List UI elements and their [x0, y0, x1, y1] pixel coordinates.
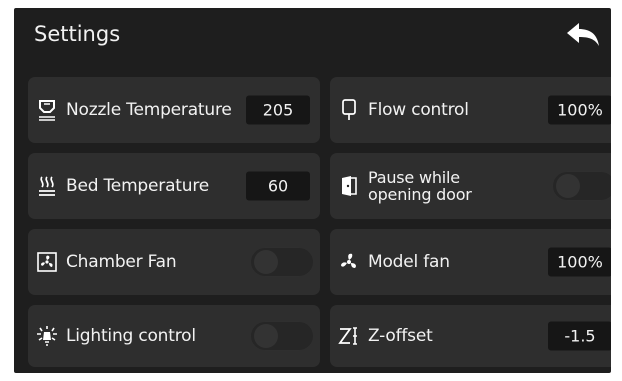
toggle-knob [556, 174, 580, 198]
toggle-knob [254, 250, 278, 274]
pause-door-toggle[interactable] [552, 171, 611, 201]
fan-icon [36, 251, 58, 273]
model-fan-value[interactable]: 100% [548, 247, 611, 277]
nozzle-temperature-value[interactable]: 205 [246, 95, 310, 125]
lighting-control-row: Lighting control [28, 305, 320, 367]
page-title: Settings [34, 22, 121, 46]
z-offset-value[interactable]: -1.5 [548, 321, 611, 351]
door-icon [338, 175, 360, 197]
nozzle-icon [36, 99, 58, 121]
chamber-fan-row: Chamber Fan [28, 229, 320, 295]
lighting-control-toggle[interactable] [250, 321, 314, 351]
model-fan-label: Model fan [368, 252, 450, 272]
toggle-knob [254, 324, 278, 348]
settings-screen: Settings Nozzle Temperature 205 Bed Temp… [14, 8, 611, 373]
model-fan-icon [338, 251, 360, 273]
flow-control-value[interactable]: 100% [548, 95, 611, 125]
flow-icon [338, 99, 360, 121]
chamber-fan-toggle[interactable] [250, 247, 314, 277]
pause-door-label: Pause while opening door [368, 168, 472, 204]
bed-temperature-value[interactable]: 60 [246, 171, 310, 201]
chamber-fan-label: Chamber Fan [66, 252, 177, 272]
flow-control-row: Flow control 100% [330, 77, 611, 143]
bed-temperature-label: Bed Temperature [66, 176, 210, 196]
model-fan-row: Model fan 100% [330, 229, 611, 295]
lighting-control-label: Lighting control [66, 326, 196, 346]
bed-temperature-row: Bed Temperature 60 [28, 153, 320, 219]
pause-door-row: Pause while opening door [330, 153, 611, 219]
light-icon [36, 325, 58, 347]
heatbed-icon [36, 175, 58, 197]
nozzle-temperature-row: Nozzle Temperature 205 [28, 77, 320, 143]
z-offset-label: Z-offset [368, 326, 433, 346]
back-button[interactable] [561, 22, 605, 52]
flow-control-label: Flow control [368, 100, 469, 120]
z-offset-icon [338, 325, 360, 347]
nozzle-temperature-label: Nozzle Temperature [66, 100, 232, 120]
z-offset-row: Z-offset -1.5 [330, 305, 611, 367]
back-arrow-icon [565, 22, 601, 52]
